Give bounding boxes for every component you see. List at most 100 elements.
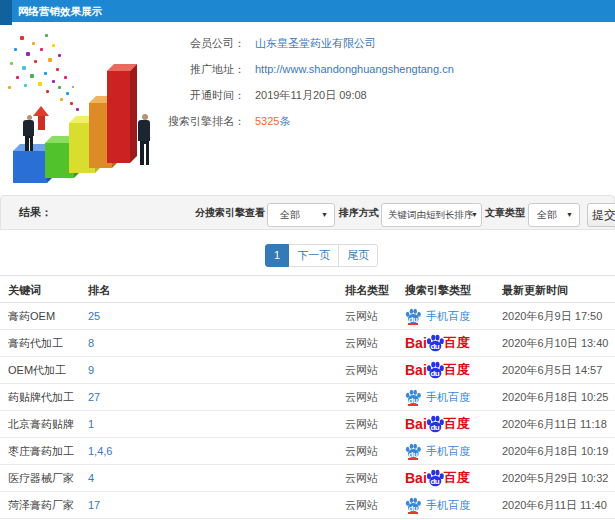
engine-cell: du手机百度 <box>405 492 470 518</box>
engine-name: 百度 <box>444 465 470 491</box>
baidu-logo-bai: Bai <box>405 465 427 491</box>
ranking-count-unit: 条 <box>279 115 290 127</box>
keyword-cell: 枣庄膏药加工 <box>8 438 74 464</box>
info-label: 会员公司： <box>60 36 245 50</box>
rank-type-cell: 云网站 <box>345 384 378 410</box>
page-current[interactable]: 1 <box>265 244 289 267</box>
info-row: 搜索引擎排名： 5325条 <box>0 114 440 128</box>
sort-label: 排序方式 <box>339 196 379 229</box>
updated-cell: 2020年6月11日 11:18 <box>502 411 607 437</box>
rank-type-cell: 云网站 <box>345 330 378 356</box>
article-type-select[interactable]: 全部 ▼ <box>528 203 580 227</box>
engine-cell: Baidu百度 <box>405 465 470 491</box>
table-row: 枣庄膏药加工 1,4,6 云网站 du手机百度 2020年6月18日 10:19 <box>0 438 615 465</box>
col-keyword: 关键词 <box>8 276 41 304</box>
keyword-cell: 药贴牌代加工 <box>8 384 74 410</box>
filter-bar: 结果： 分搜索引擎查看 全部 ▼ 排序方式 关键词由短到长排序▼ 文章类型 全部 ▼… <box>0 195 615 230</box>
pagination: 1 下一页 尾页 <box>265 244 378 268</box>
sort-select[interactable]: 关键词由短到长排序▼ <box>381 203 482 227</box>
page-title: 网络营销效果展示 <box>18 0 102 22</box>
table-row: 药贴牌代加工 27 云网站 du手机百度 2020年6月18日 10:25 <box>0 384 615 411</box>
engine-cell: Baidu百度 <box>405 411 470 437</box>
engine-name: 手机百度 <box>426 384 470 410</box>
rank-type-cell: 云网站 <box>345 438 378 464</box>
info-row: 开通时间： 2019年11月20日 09:08 <box>0 88 440 102</box>
rank-cell[interactable]: 1,4,6 <box>88 438 112 464</box>
result-label: 结果： <box>19 196 52 229</box>
updated-cell: 2020年5月29日 10:32 <box>502 465 608 491</box>
engine-name: 百度 <box>444 357 470 383</box>
article-select-value: 全部 <box>537 209 557 220</box>
updated-cell: 2020年6月18日 10:25 <box>502 384 608 410</box>
engine-cell: du手机百度 <box>405 384 470 410</box>
info-value: 5325条 <box>255 114 290 128</box>
info-value[interactable]: 山东皇圣堂药业有限公司 <box>255 36 376 50</box>
rank-cell[interactable]: 25 <box>88 303 100 329</box>
info-label: 开通时间： <box>60 88 245 102</box>
engine-name: 手机百度 <box>426 303 470 329</box>
rank-type-cell: 云网站 <box>345 465 378 491</box>
rank-cell[interactable]: 8 <box>88 330 94 356</box>
marketing-report-page: 网络营销效果展示 会员公司：山东皇圣堂药业有限公司推广地址：http://www… <box>0 0 615 520</box>
col-updated: 最新更新时间 <box>502 276 568 304</box>
rank-cell[interactable]: 4 <box>88 465 94 491</box>
rank-cell[interactable]: 9 <box>88 357 94 383</box>
article-type-label: 文章类型 <box>485 196 525 229</box>
engine-name: 百度 <box>444 411 470 437</box>
table-row: 北京膏药贴牌1云网站Baidu百度2020年6月11日 11:18 <box>0 411 615 438</box>
table-header: 关键词 排名 排名类型 搜索引擎类型 最新更新时间 <box>0 275 615 303</box>
baidu-paw-icon: du <box>426 334 444 352</box>
info-value[interactable]: http://www.shandonghuangshengtang.cn <box>255 62 454 76</box>
engine-cell: Baidu百度 <box>405 330 470 356</box>
baidu-logo-bai: Bai <box>405 357 427 383</box>
sort-select-value: 关键词由短到长排序 <box>388 209 474 220</box>
updated-cell: 2020年6月9日 17:50 <box>502 303 602 329</box>
info-label: 推广地址： <box>60 62 245 76</box>
col-rank: 排名 <box>88 276 110 304</box>
keyword-cell: 菏泽膏药厂家 <box>8 492 74 518</box>
engine-name: 百度 <box>444 330 470 356</box>
chevron-down-icon: ▼ <box>321 204 328 226</box>
keyword-cell: 膏药代加工 <box>8 330 63 356</box>
title-bar: 网络营销效果展示 <box>0 0 615 22</box>
rank-cell[interactable]: 27 <box>88 384 100 410</box>
baidu-logo: Baidu百度 <box>405 411 470 437</box>
rank-type-cell: 云网站 <box>345 357 378 383</box>
baidu-paw-icon: du <box>405 497 421 513</box>
updated-cell: 2020年6月18日 10:19 <box>502 438 608 464</box>
info-row: 推广地址：http://www.shandonghuangshengtang.c… <box>0 62 440 76</box>
info-value: 2019年11月20日 09:08 <box>255 88 367 102</box>
engine-select-value: 全部 <box>280 209 300 220</box>
engine-cell: Baidu百度 <box>405 357 470 383</box>
info-label: 搜索引擎排名： <box>60 114 245 128</box>
3d-bar <box>13 151 47 183</box>
engine-filter-label: 分搜索引擎查看 <box>195 196 265 229</box>
chevron-down-icon: ▼ <box>566 204 573 226</box>
table-row: 膏药OEM25云网站du手机百度2020年6月9日 17:50 <box>0 303 615 330</box>
page-next[interactable]: 下一页 <box>288 244 339 267</box>
rank-cell[interactable]: 17 <box>88 492 100 518</box>
col-rank-type: 排名类型 <box>345 276 389 304</box>
mobile-baidu-logo: du手机百度 <box>405 303 470 329</box>
engine-select[interactable]: 全部 ▼ <box>267 203 335 227</box>
baidu-logo: Baidu百度 <box>405 330 470 356</box>
baidu-logo: Baidu百度 <box>405 357 470 383</box>
page-last[interactable]: 尾页 <box>338 244 378 267</box>
mobile-baidu-logo: du手机百度 <box>405 492 470 518</box>
baidu-logo-bai: Bai <box>405 411 427 437</box>
keyword-cell: OEM代加工 <box>8 357 66 383</box>
baidu-paw-icon: du <box>426 361 444 379</box>
rank-cell[interactable]: 1 <box>88 411 94 437</box>
keyword-cell: 膏药OEM <box>8 303 55 329</box>
baidu-logo: Baidu百度 <box>405 465 470 491</box>
col-engine-type: 搜索引擎类型 <box>405 276 471 304</box>
updated-cell: 2020年6月11日 11:40 <box>502 492 607 518</box>
mobile-baidu-logo: du手机百度 <box>405 438 470 464</box>
table-row: 膏药代加工8云网站Baidu百度2020年6月10日 13:40 <box>0 330 615 357</box>
engine-cell: du手机百度 <box>405 438 470 464</box>
rank-type-cell: 云网站 <box>345 492 378 518</box>
rank-type-cell: 云网站 <box>345 411 378 437</box>
submit-button[interactable]: 提交 <box>587 203 615 227</box>
baidu-paw-icon: du <box>426 415 444 433</box>
table-row: 医疗器械厂家4云网站Baidu百度2020年5月29日 10:32 <box>0 465 615 492</box>
